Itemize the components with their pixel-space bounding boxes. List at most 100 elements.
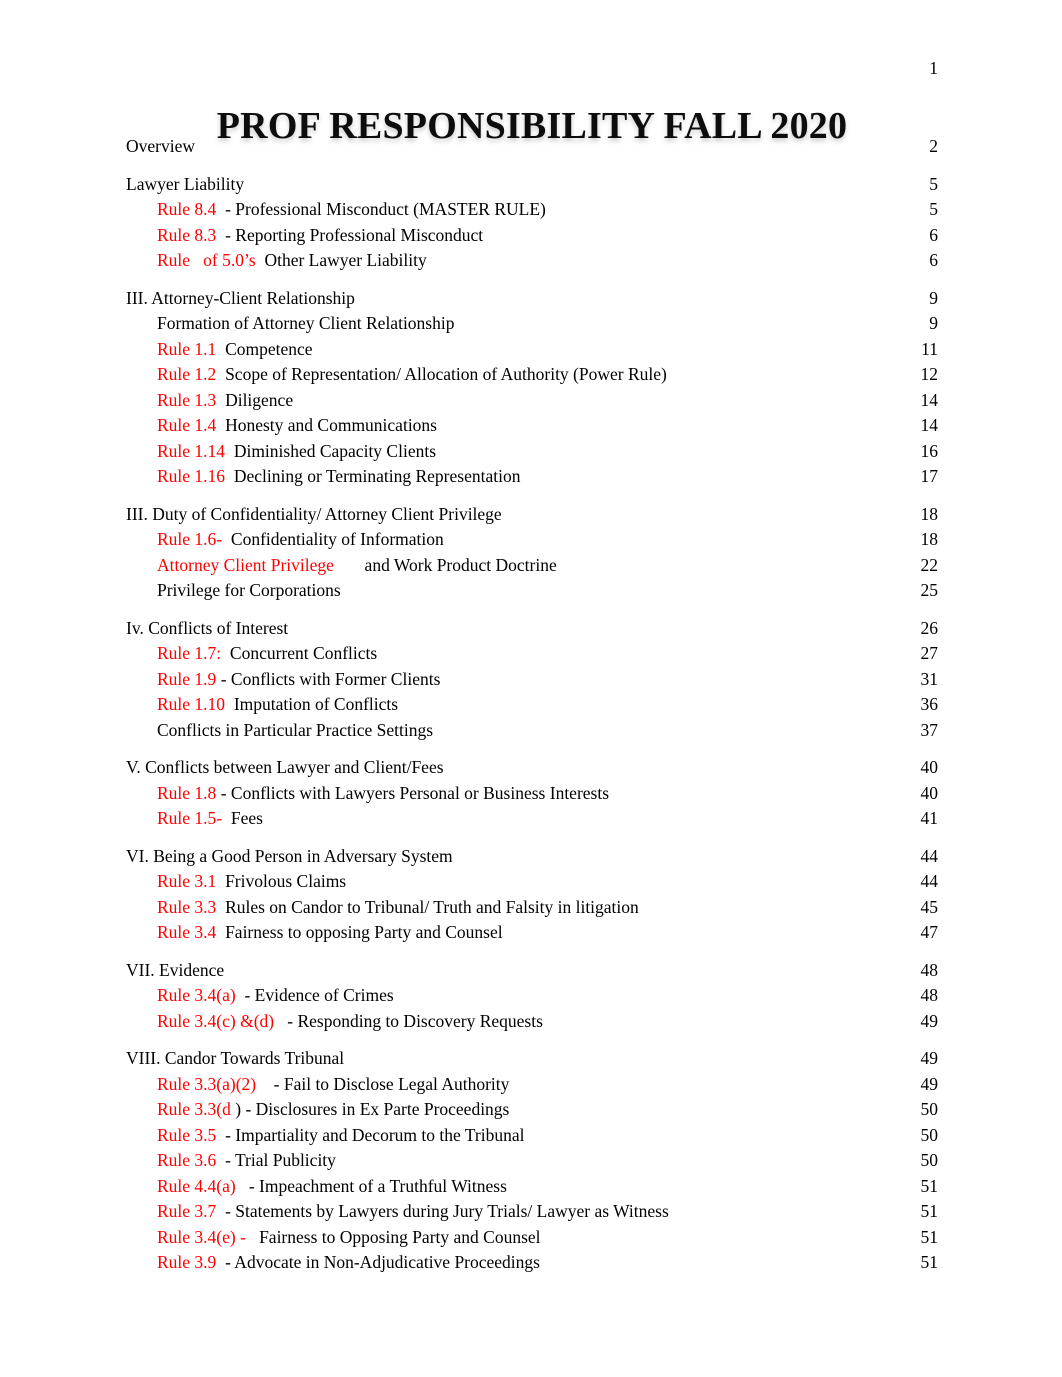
toc-entry-title: Scope of Representation/ Allocation of A…	[216, 364, 667, 384]
toc-entry[interactable]: III. Attorney-Client Relationship 9	[126, 287, 938, 316]
toc-entry[interactable]: III. Duty of Confidentiality/ Attorney C…	[126, 505, 938, 532]
toc-rule-reference: Rule 8.3	[157, 224, 217, 245]
toc-entry-label: Attorney Client Privilege and Work Produ…	[157, 554, 557, 575]
toc-entry[interactable]: Rule 3.4(e) - Fairness to Opposing Party…	[126, 1226, 938, 1255]
toc-entry[interactable]: Rule 8.4 - Professional Misconduct (MAST…	[126, 200, 938, 227]
toc-entry[interactable]: Rule 4.4(a) - Impeachment of a Truthful …	[126, 1175, 938, 1204]
toc-entry-title: - Evidence of Crimes	[235, 985, 394, 1005]
toc-entry[interactable]: Rule 1.4 Honesty and Communications 14	[126, 415, 939, 443]
toc-entry-label: Privilege for Corporations	[157, 581, 341, 600]
toc-entry[interactable]: V. Conflicts between Lawyer and Client/F…	[126, 758, 938, 785]
toc-page-number: 14	[920, 415, 939, 435]
toc-entry[interactable]: Rule 3.3 Rules on Candor to Tribunal/ Tr…	[126, 896, 939, 925]
toc-entry[interactable]: Rule 1.6- Confidentiality of Information…	[126, 529, 938, 557]
toc-rule-reference: Rule 1.3	[157, 389, 217, 410]
toc-entry[interactable]: Rule 3.6 - Trial Publicity 50	[126, 1150, 939, 1178]
toc-entry-title: III. Attorney-Client Relationship	[126, 287, 355, 308]
toc-page-number: 5	[929, 173, 938, 194]
toc-page-number: 27	[920, 643, 939, 663]
toc-entry-title: - Fail to Disclose Legal Authority	[256, 1073, 510, 1094]
toc-rule-reference: Rule 3.4	[157, 922, 217, 942]
toc-rule-reference: Rule 1.5-	[157, 808, 223, 828]
toc-entry-title: Iv. Conflicts of Interest	[126, 617, 289, 638]
toc-entry-title: Fees	[222, 808, 263, 828]
toc-entry[interactable]: Rule 1.10 Imputation of Conflicts 36	[126, 695, 938, 722]
toc-entry-title: and Work Product Doctrine	[333, 554, 557, 575]
toc-entry[interactable]: Formation of Attorney Client Relationshi…	[126, 313, 938, 341]
toc-entry[interactable]: Rule 1.14 Diminished Capacity Clients 16	[126, 442, 938, 469]
toc-rule-reference: Rule 1.16	[157, 466, 226, 486]
toc-entry[interactable]: Rule 1.3 Diligence 14	[126, 389, 938, 418]
toc-entry-label: III. Duty of Confidentiality/ Attorney C…	[126, 505, 502, 524]
toc-entry[interactable]: Rule 3.4(c) &(d) - Responding to Discove…	[126, 1012, 938, 1039]
toc-rule-reference: Rule 1.1	[157, 338, 217, 359]
toc-entry-title: Competence	[216, 338, 313, 359]
toc-rule-reference: Rule 1.2	[157, 364, 217, 384]
toc-entry-label: Rule 3.5 - Impartiality and Decorum to t…	[157, 1126, 524, 1145]
toc-page-number: 12	[920, 364, 939, 384]
toc-entry[interactable]: Attorney Client Privilege and Work Produ…	[126, 554, 938, 583]
toc-entry[interactable]: Rule of 5.0’s Other Lawyer Liability 6	[126, 251, 938, 278]
toc-rule-reference: Rule 4.4(a)	[157, 1175, 236, 1196]
toc-entry-label: III. Attorney-Client Relationship	[126, 287, 355, 308]
toc-entry[interactable]: Rule 1.16 Declining or Terminating Repre…	[126, 466, 938, 494]
toc-rule-reference: Rule 1.6-	[157, 529, 223, 549]
toc-page-number: 48	[920, 985, 939, 1005]
toc-entry[interactable]: Rule 8.3 - Reporting Professional Miscon…	[126, 224, 938, 253]
toc-rule-reference: Rule 3.7	[157, 1201, 217, 1221]
toc-entry[interactable]: Rule 1.2 Scope of Representation/ Alloca…	[126, 364, 939, 392]
toc-entry-title: - Conflicts with Lawyers Personal or Bus…	[216, 782, 610, 803]
toc-entry-title: Declining or Terminating Representation	[225, 466, 521, 486]
toc-entry-label: Rule 3.4(a) - Evidence of Crimes	[157, 985, 394, 1005]
toc-entry-label: VI. Being a Good Person in Adversary Sys…	[126, 845, 453, 866]
toc-entry[interactable]: Conflicts in Particular Practice Setting…	[126, 719, 938, 748]
toc-entry-label: Rule 3.9 - Advocate in Non-Adjudicative …	[157, 1253, 540, 1272]
toc-rule-reference: Rule 3.6	[157, 1150, 217, 1170]
toc-entry[interactable]: Rule 3.4 Fairness to opposing Party and …	[126, 922, 938, 950]
toc-entry-title: Conflicts in Particular Practice Setting…	[157, 719, 434, 740]
toc-entry-label: Rule 3.3(d ) - Disclosures in Ex Parte P…	[157, 1100, 509, 1119]
toc-entry-label: Rule 1.5- Fees	[157, 808, 263, 828]
toc-entry[interactable]: Privilege for Corporations 25	[126, 580, 939, 608]
toc-entry[interactable]: Rule 1.7: Concurrent Conflicts 27	[126, 643, 939, 671]
toc-entry-title: Fairness to Opposing Party and Counsel	[245, 1226, 541, 1247]
toc-entry-label: Rule 4.4(a) - Impeachment of a Truthful …	[157, 1175, 507, 1196]
toc-entry-label: VIII. Candor Towards Tribunal	[126, 1048, 345, 1068]
toc-rule-reference: Rule 1.9	[157, 668, 217, 689]
toc-entry[interactable]: Rule 1.5- Fees 41	[126, 808, 939, 836]
toc-entry[interactable]: Rule 3.4(a) - Evidence of Crimes 48	[126, 985, 939, 1013]
toc-entry[interactable]: Overview 2	[126, 136, 938, 164]
toc-rule-reference: Rule 3.3(a)(2)	[157, 1073, 257, 1094]
toc-entry-label: Rule 3.3(a)(2) - Fail to Disclose Legal …	[157, 1073, 510, 1094]
toc-entry[interactable]: Lawyer Liability 5	[126, 173, 938, 202]
toc-entry[interactable]: Rule 1.1 Competence 11	[126, 338, 938, 367]
toc-entry-title: - Reporting Professional Misconduct	[216, 224, 484, 245]
toc-entry[interactable]: Iv. Conflicts of Interest 26	[126, 617, 938, 646]
toc-entry[interactable]: Rule 3.9 - Advocate in Non-Adjudicative …	[126, 1253, 938, 1280]
toc-entry[interactable]: Rule 3.3(d ) - Disclosures in Ex Parte P…	[126, 1100, 938, 1127]
toc-entry-title: VIII. Candor Towards Tribunal	[126, 1048, 345, 1068]
toc-entry-title: VI. Being a Good Person in Adversary Sys…	[126, 845, 453, 866]
toc-page-number: 25	[920, 580, 939, 600]
toc-page-number: 49	[920, 1048, 939, 1068]
toc-entry[interactable]: Rule 3.5 - Impartiality and Decorum to t…	[126, 1126, 938, 1153]
toc-entry-label: V. Conflicts between Lawyer and Client/F…	[126, 758, 444, 777]
toc-entry-label: Rule 1.16 Declining or Terminating Repre…	[157, 466, 521, 486]
toc-entry[interactable]: Rule 1.9 - Conflicts with Former Clients…	[126, 668, 938, 697]
toc-entry[interactable]: Rule 1.8 - Conflicts with Lawyers Person…	[126, 782, 938, 811]
toc-entry[interactable]: Rule 3.1 Frivolous Claims 44	[126, 871, 938, 899]
toc-page-number: 50	[920, 1150, 939, 1170]
toc-entry[interactable]: VII. Evidence 48	[126, 961, 938, 988]
toc-entry[interactable]: VI. Being a Good Person in Adversary Sys…	[126, 845, 939, 874]
toc-rule-reference: Rule 1.8	[157, 782, 217, 803]
toc-entry[interactable]: Rule 3.7 - Statements by Lawyers during …	[126, 1201, 938, 1229]
toc-page-number: 45	[920, 896, 939, 917]
toc-page-number: 44	[920, 845, 939, 866]
toc-entry[interactable]: VIII. Candor Towards Tribunal 49	[126, 1048, 939, 1076]
toc-page-number: 2	[929, 136, 938, 156]
toc-entry[interactable]: Rule 3.3(a)(2) - Fail to Disclose Legal …	[126, 1073, 938, 1102]
toc-entry-label: Rule 1.4 Honesty and Communications	[157, 416, 437, 435]
toc-entry-title: Frivolous Claims	[216, 871, 347, 891]
toc-page-number: 41	[920, 808, 939, 828]
toc-entry-title: Formation of Attorney Client Relationshi…	[157, 313, 455, 333]
